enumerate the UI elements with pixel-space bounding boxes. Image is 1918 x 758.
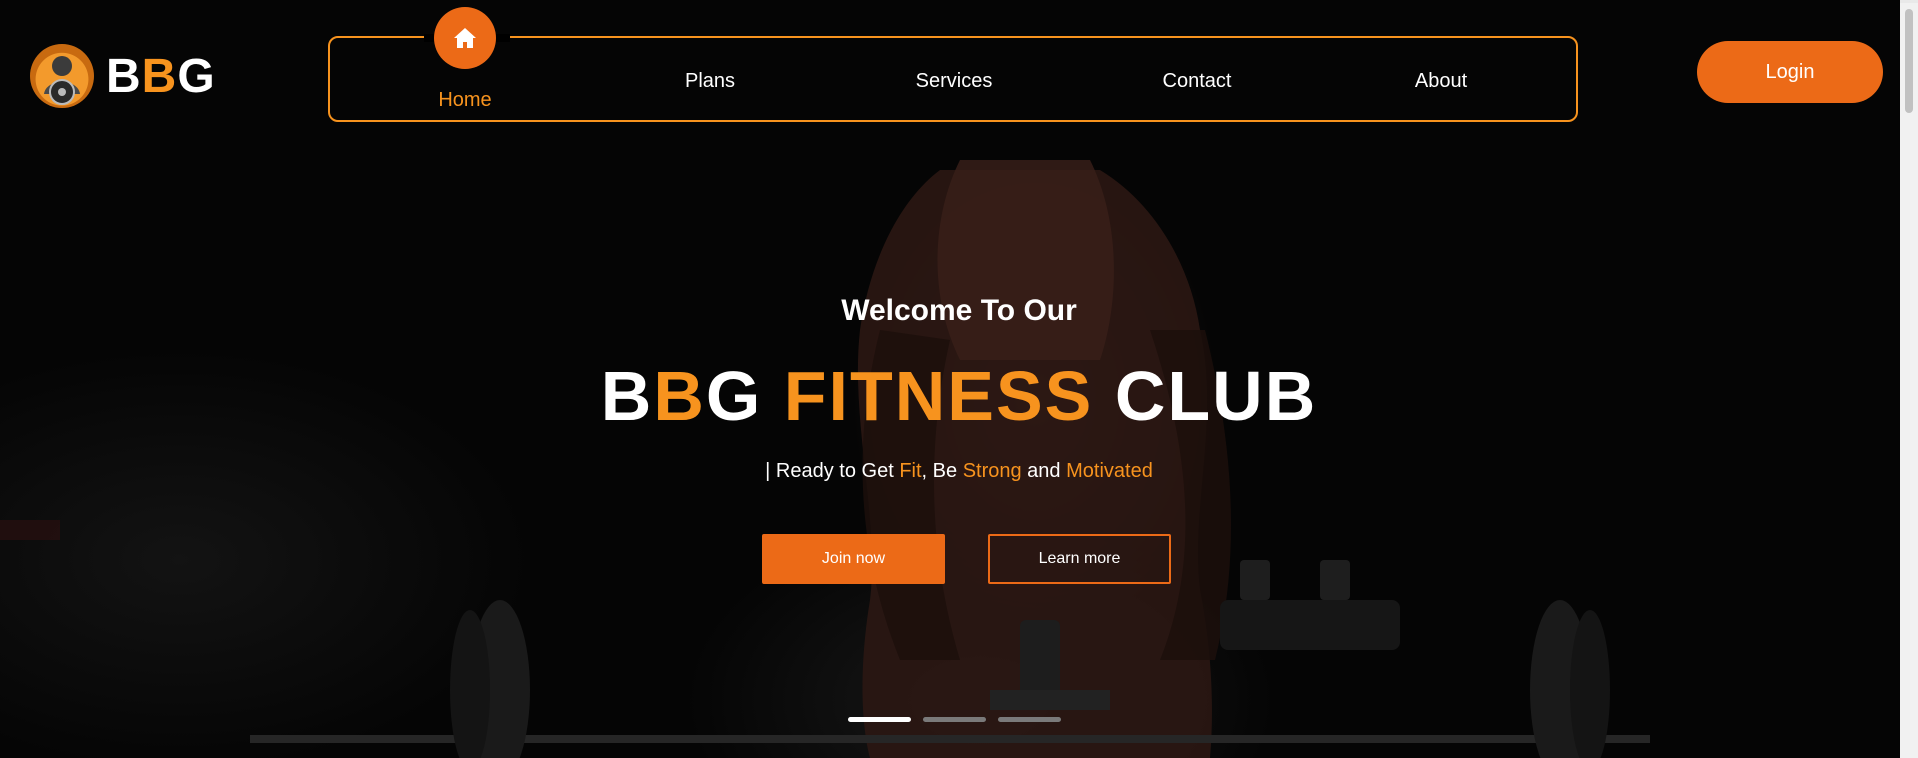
hero-welcome-text: Welcome To Our <box>841 294 1077 327</box>
brand-name-suffix: G <box>177 49 216 103</box>
tagline-fit: Fit <box>899 460 922 482</box>
hero-title-club: CLUB <box>1114 357 1318 435</box>
gym-mascot-emblem-icon <box>30 44 94 108</box>
nav-item-contact[interactable]: Contact <box>1117 70 1277 93</box>
hero-title: BBGBG FITNESS CLUB <box>0 356 1918 436</box>
hero-tagline: | Ready to Get Fit, Be Strong and Motiva… <box>0 460 1918 483</box>
nav-item-plans[interactable]: Plans <box>630 70 790 93</box>
tagline-strong: Strong <box>962 460 1022 482</box>
nav-item-services[interactable]: Services <box>874 70 1034 93</box>
join-now-button[interactable]: Join now <box>762 534 945 584</box>
learn-more-button[interactable]: Learn more <box>988 534 1171 584</box>
hero-title-fitness: FITNESS <box>783 357 1094 435</box>
page: BBG Home Plans Services Contact About Lo… <box>0 0 1918 758</box>
carousel-indicator-3[interactable] <box>998 717 1061 722</box>
home-icon-button[interactable] <box>434 7 496 69</box>
nav-item-home[interactable]: Home <box>385 89 545 112</box>
carousel-indicator-2[interactable] <box>923 717 986 722</box>
tagline-mid2: and <box>1021 460 1067 482</box>
brand-logo[interactable]: BBG <box>30 40 216 112</box>
brand-name-accent: B <box>141 49 178 103</box>
tagline-mid1: , Be <box>921 460 963 482</box>
brand-name-prefix: B <box>106 49 142 103</box>
home-icon <box>454 28 476 48</box>
scrollbar-thumb[interactable] <box>1905 9 1913 113</box>
hero-title-b: B <box>600 357 654 435</box>
hero-title-accent-b: B <box>653 357 706 435</box>
page-scrollbar[interactable] <box>1900 3 1918 758</box>
brand-name: BBG <box>106 49 216 104</box>
hero-title-g: G <box>705 357 763 435</box>
carousel-indicators <box>848 717 1061 722</box>
carousel-indicator-1[interactable] <box>848 717 911 722</box>
login-button[interactable]: Login <box>1697 41 1883 103</box>
tagline-motivated: Motivated <box>1066 460 1153 482</box>
tagline-prefix: | Ready to Get <box>765 460 900 482</box>
nav-item-about[interactable]: About <box>1361 70 1521 93</box>
